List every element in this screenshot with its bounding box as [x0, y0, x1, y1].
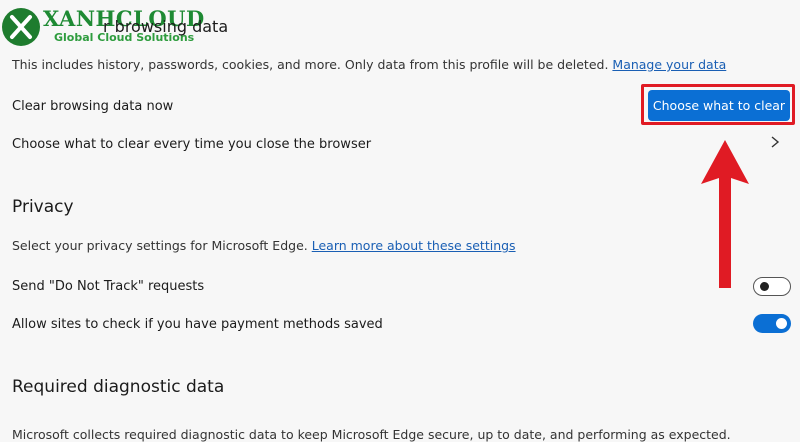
chevron-right-icon[interactable] [768, 134, 782, 150]
toggle-knob [760, 281, 769, 291]
clear-now-label: Clear browsing data now [12, 99, 174, 114]
diagnostic-description: Microsoft collects required diagnostic d… [12, 427, 731, 442]
diagnostic-title: Required diagnostic data [12, 377, 225, 397]
clear-browsing-description-text: This includes history, passwords, cookie… [12, 57, 609, 72]
privacy-title: Privacy [12, 197, 74, 217]
clear-on-close-row[interactable]: Choose what to clear every time you clos… [12, 137, 371, 152]
learn-more-link[interactable]: Learn more about these settings [312, 238, 516, 253]
logo-mark-icon [2, 8, 40, 46]
privacy-description: Select your privacy settings for Microso… [12, 238, 516, 253]
payment-methods-label: Allow sites to check if you have payment… [12, 317, 383, 332]
do-not-track-label: Send "Do Not Track" requests [12, 279, 205, 294]
red-up-arrow-icon [700, 138, 750, 290]
clear-browsing-title: r browsing data [103, 17, 229, 36]
manage-your-data-link[interactable]: Manage your data [612, 57, 726, 72]
highlight-box [641, 84, 795, 125]
payment-methods-toggle[interactable] [753, 314, 791, 333]
privacy-description-text: Select your privacy settings for Microso… [12, 238, 308, 253]
do-not-track-toggle[interactable] [753, 277, 791, 296]
toggle-knob [776, 318, 787, 329]
clear-browsing-description: This includes history, passwords, cookie… [12, 57, 726, 72]
